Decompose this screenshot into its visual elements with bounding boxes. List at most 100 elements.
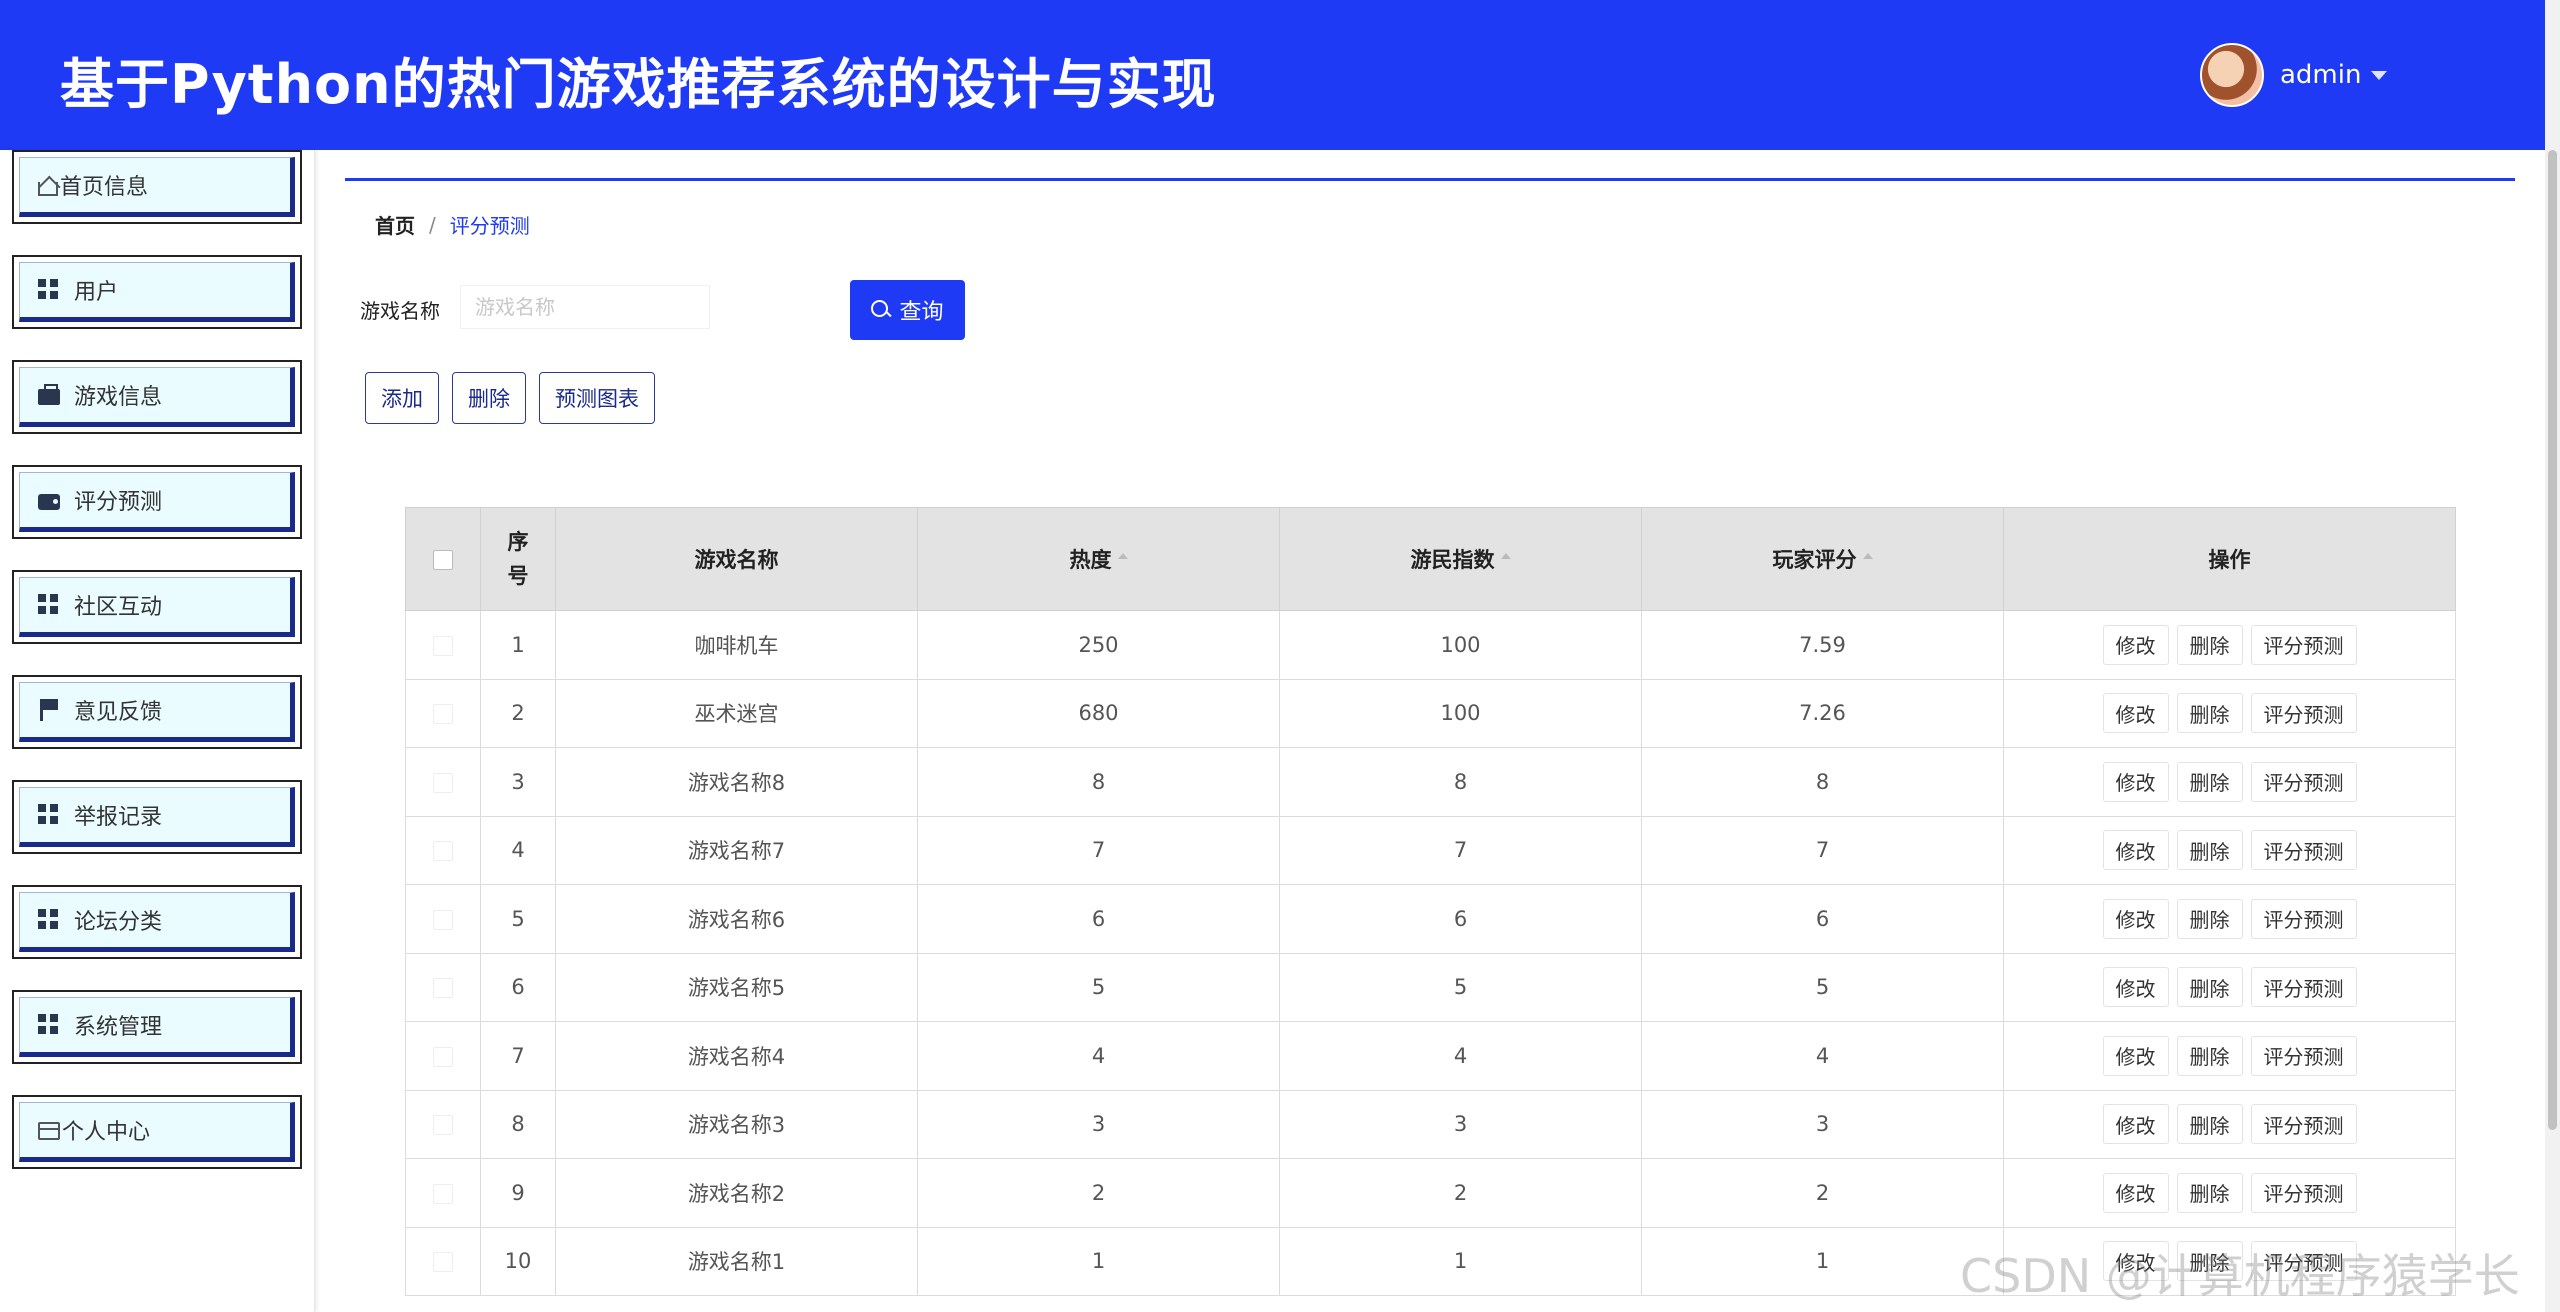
sidebar-item-reports[interactable]: 举报记录 <box>12 780 302 854</box>
search-input[interactable] <box>460 285 710 329</box>
row-checkbox[interactable] <box>433 635 453 656</box>
column-header-rating[interactable]: 玩家评分 <box>1641 507 2004 611</box>
row-select-cell[interactable] <box>405 815 481 885</box>
predict-button[interactable]: 评分预测 <box>2250 967 2357 1008</box>
sidebar-item-system[interactable]: 系统管理 <box>12 990 302 1064</box>
edit-button[interactable]: 修改 <box>2102 898 2169 939</box>
sidebar-item-profile[interactable]: 个人中心 <box>12 1095 302 1169</box>
predict-button[interactable]: 评分预测 <box>2250 898 2357 939</box>
row-select-cell[interactable] <box>405 952 481 1022</box>
cell-index: 10 <box>480 1226 556 1296</box>
select-all-cell[interactable] <box>405 507 481 611</box>
delete-button[interactable]: 删除 <box>452 372 526 424</box>
table-header-row: 序号 游戏名称 热度 游民指数 玩家评分 操作 <box>405 507 2456 611</box>
row-checkbox[interactable] <box>433 978 453 999</box>
sidebar-item-feedback[interactable]: 意见反馈 <box>12 675 302 749</box>
delete-row-button[interactable]: 删除 <box>2176 761 2243 802</box>
breadcrumb-home[interactable]: 首页 <box>375 210 415 239</box>
delete-row-button[interactable]: 删除 <box>2176 1104 2243 1145</box>
cell-rating: 7.26 <box>1641 678 2004 748</box>
select-all-checkbox[interactable] <box>433 550 453 570</box>
user-name[interactable]: admin <box>2280 60 2361 90</box>
predict-button[interactable]: 评分预测 <box>2250 1172 2357 1213</box>
delete-row-button[interactable]: 删除 <box>2176 830 2243 871</box>
scrollbar-thumb[interactable] <box>2548 150 2557 1130</box>
sidebar-item-home[interactable]: 首页信息 <box>12 150 302 224</box>
cell-index-score: 1 <box>1279 1226 1642 1296</box>
sidebar-item-label: 意见反馈 <box>74 700 163 725</box>
row-checkbox[interactable] <box>433 1046 453 1067</box>
delete-row-button[interactable]: 删除 <box>2176 898 2243 939</box>
cell-heat: 680 <box>917 678 1280 748</box>
predict-button[interactable]: 评分预测 <box>2250 1104 2357 1145</box>
delete-row-button[interactable]: 删除 <box>2176 1172 2243 1213</box>
row-select-cell[interactable] <box>405 747 481 817</box>
cell-actions: 修改 删除 评分预测 <box>2003 1158 2456 1228</box>
sidebar-item-label: 社区互动 <box>74 595 163 620</box>
edit-button[interactable]: 修改 <box>2102 1035 2169 1076</box>
sort-icon[interactable] <box>1117 553 1128 559</box>
add-button[interactable]: 添加 <box>365 372 439 424</box>
cell-index: 1 <box>480 610 556 680</box>
avatar[interactable] <box>2200 43 2264 107</box>
sidebar-item-label: 评分预测 <box>74 490 163 515</box>
cell-rating: 3 <box>1641 1089 2004 1159</box>
query-button[interactable]: 查询 <box>850 280 965 340</box>
delete-row-button[interactable]: 删除 <box>2176 693 2243 734</box>
sort-icon[interactable] <box>1862 553 1873 559</box>
edit-button[interactable]: 修改 <box>2102 830 2169 871</box>
sidebar-item-game-info[interactable]: 游戏信息 <box>12 360 302 434</box>
predict-button[interactable]: 评分预测 <box>2250 761 2357 802</box>
row-checkbox[interactable] <box>433 1252 453 1273</box>
cell-index-score: 100 <box>1279 610 1642 680</box>
row-checkbox[interactable] <box>433 841 453 862</box>
column-header-heat[interactable]: 热度 <box>917 507 1280 611</box>
main-content: 首页 / 评分预测 游戏名称 查询 添加 删除 预测图表 <box>345 150 2515 1312</box>
row-checkbox[interactable] <box>433 1183 453 1204</box>
row-select-cell[interactable] <box>405 678 481 748</box>
edit-button[interactable]: 修改 <box>2102 967 2169 1008</box>
edit-button[interactable]: 修改 <box>2102 1172 2169 1213</box>
predict-button[interactable]: 评分预测 <box>2250 624 2357 665</box>
row-checkbox[interactable] <box>433 1115 453 1136</box>
column-header-index-score[interactable]: 游民指数 <box>1279 507 1642 611</box>
predict-button[interactable]: 评分预测 <box>2250 830 2357 871</box>
grid-icon <box>38 594 60 616</box>
delete-row-button[interactable]: 删除 <box>2176 967 2243 1008</box>
edit-button[interactable]: 修改 <box>2102 1104 2169 1145</box>
edit-button[interactable]: 修改 <box>2102 624 2169 665</box>
row-select-cell[interactable] <box>405 610 481 680</box>
cell-actions: 修改 删除 评分预测 <box>2003 815 2456 885</box>
cell-index: 2 <box>480 678 556 748</box>
column-header-label: 热度 <box>1069 548 1112 572</box>
edit-button[interactable]: 修改 <box>2102 761 2169 802</box>
row-select-cell[interactable] <box>405 1021 481 1091</box>
sidebar-item-users[interactable]: 用户 <box>12 255 302 329</box>
cell-game-name: 游戏名称3 <box>555 1089 918 1159</box>
prediction-chart-button[interactable]: 预测图表 <box>539 372 655 424</box>
delete-row-button[interactable]: 删除 <box>2176 624 2243 665</box>
caret-down-icon[interactable] <box>2371 70 2388 80</box>
delete-row-button[interactable]: 删除 <box>2176 1035 2243 1076</box>
grid-icon <box>38 1014 60 1036</box>
row-select-cell[interactable] <box>405 1226 481 1296</box>
predict-button[interactable]: 评分预测 <box>2250 1035 2357 1076</box>
row-checkbox[interactable] <box>433 772 453 793</box>
sidebar-item-forum-category[interactable]: 论坛分类 <box>12 885 302 959</box>
breadcrumb-separator: / <box>429 212 436 237</box>
page-scrollbar[interactable] <box>2545 0 2560 1312</box>
row-checkbox[interactable] <box>433 704 453 725</box>
row-select-cell[interactable] <box>405 1089 481 1159</box>
row-select-cell[interactable] <box>405 884 481 954</box>
column-header-actions: 操作 <box>2003 507 2456 611</box>
card-icon <box>38 1122 60 1140</box>
row-checkbox[interactable] <box>433 909 453 930</box>
user-menu[interactable]: admin <box>2200 42 2388 108</box>
divider <box>345 178 2515 181</box>
sidebar-item-community[interactable]: 社区互动 <box>12 570 302 644</box>
predict-button[interactable]: 评分预测 <box>2250 693 2357 734</box>
edit-button[interactable]: 修改 <box>2102 693 2169 734</box>
sort-icon[interactable] <box>1500 553 1511 559</box>
sidebar-item-rating-prediction[interactable]: 评分预测 <box>12 465 302 539</box>
row-select-cell[interactable] <box>405 1158 481 1228</box>
